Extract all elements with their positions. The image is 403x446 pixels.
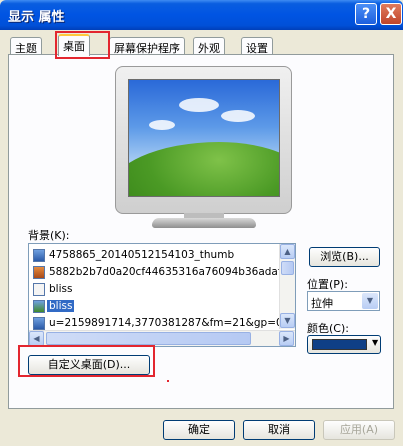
browse-button[interactable]: 浏览(B)... [309, 247, 380, 267]
close-icon: X [385, 6, 397, 22]
chevron-down-icon: ▼ [362, 293, 378, 309]
position-select[interactable]: 拉伸 ▼ [307, 291, 380, 311]
scroll-thumb[interactable] [46, 332, 251, 345]
title-bar: 显示 属性 ? X [0, 0, 403, 30]
window-title: 显示 属性 [8, 10, 65, 25]
help-button[interactable]: ? [355, 3, 377, 25]
tab-settings[interactable]: 设置 [241, 37, 273, 55]
cloud-shape [149, 120, 175, 130]
image-file-icon [33, 266, 45, 279]
monitor-preview [115, 66, 292, 214]
cloud-shape [179, 98, 219, 112]
list-item[interactable]: 5882b2b7d0a20cf44635316a76094b36adaf99 [31, 264, 281, 281]
image-file-icon [33, 249, 45, 262]
cancel-button[interactable]: 取消 [243, 420, 315, 440]
apply-button[interactable]: 应用(A) [323, 420, 395, 440]
horizontal-scrollbar[interactable]: ◀ ▶ [29, 330, 295, 346]
chevron-down-icon: ▼ [372, 338, 379, 347]
scroll-up-icon[interactable]: ▲ [280, 244, 295, 259]
scroll-down-icon[interactable]: ▼ [280, 313, 295, 328]
vertical-scrollbar[interactable]: ▲ ▼ [279, 244, 295, 329]
list-item[interactable]: bliss [31, 281, 281, 298]
close-button[interactable]: X [380, 3, 402, 25]
scroll-thumb[interactable] [281, 261, 294, 275]
psd-file-icon [33, 283, 45, 296]
cloud-shape [221, 110, 255, 122]
image-file-icon [33, 317, 45, 330]
color-label: 颜色(C): [307, 322, 349, 335]
color-picker-button[interactable]: ▼ [307, 335, 381, 354]
tab-screensaver[interactable]: 屏幕保护程序 [109, 37, 185, 55]
background-label: 背景(K): [28, 229, 70, 242]
background-list[interactable]: 4758865_20140512154103_thumb 5882b2b7d0a… [28, 243, 296, 347]
wallpaper-preview [128, 79, 280, 197]
scroll-right-icon[interactable]: ▶ [279, 331, 294, 346]
color-swatch [312, 339, 367, 350]
annotation-box-customize [18, 345, 155, 377]
monitor-base [152, 218, 256, 228]
list-item[interactable]: 4758865_20140512154103_thumb [31, 247, 281, 264]
tab-desktop[interactable]: 桌面 [58, 34, 90, 56]
tab-theme[interactable]: 主题 [10, 37, 42, 55]
annotation-dot [167, 380, 169, 382]
scroll-left-icon[interactable]: ◀ [29, 331, 44, 346]
position-label: 位置(P): [307, 278, 348, 291]
image-file-icon [33, 300, 45, 313]
help-icon: ? [361, 6, 371, 22]
list-item-selected[interactable]: bliss [31, 298, 281, 315]
ok-button[interactable]: 确定 [163, 420, 235, 440]
tab-appearance[interactable]: 外观 [193, 37, 225, 55]
